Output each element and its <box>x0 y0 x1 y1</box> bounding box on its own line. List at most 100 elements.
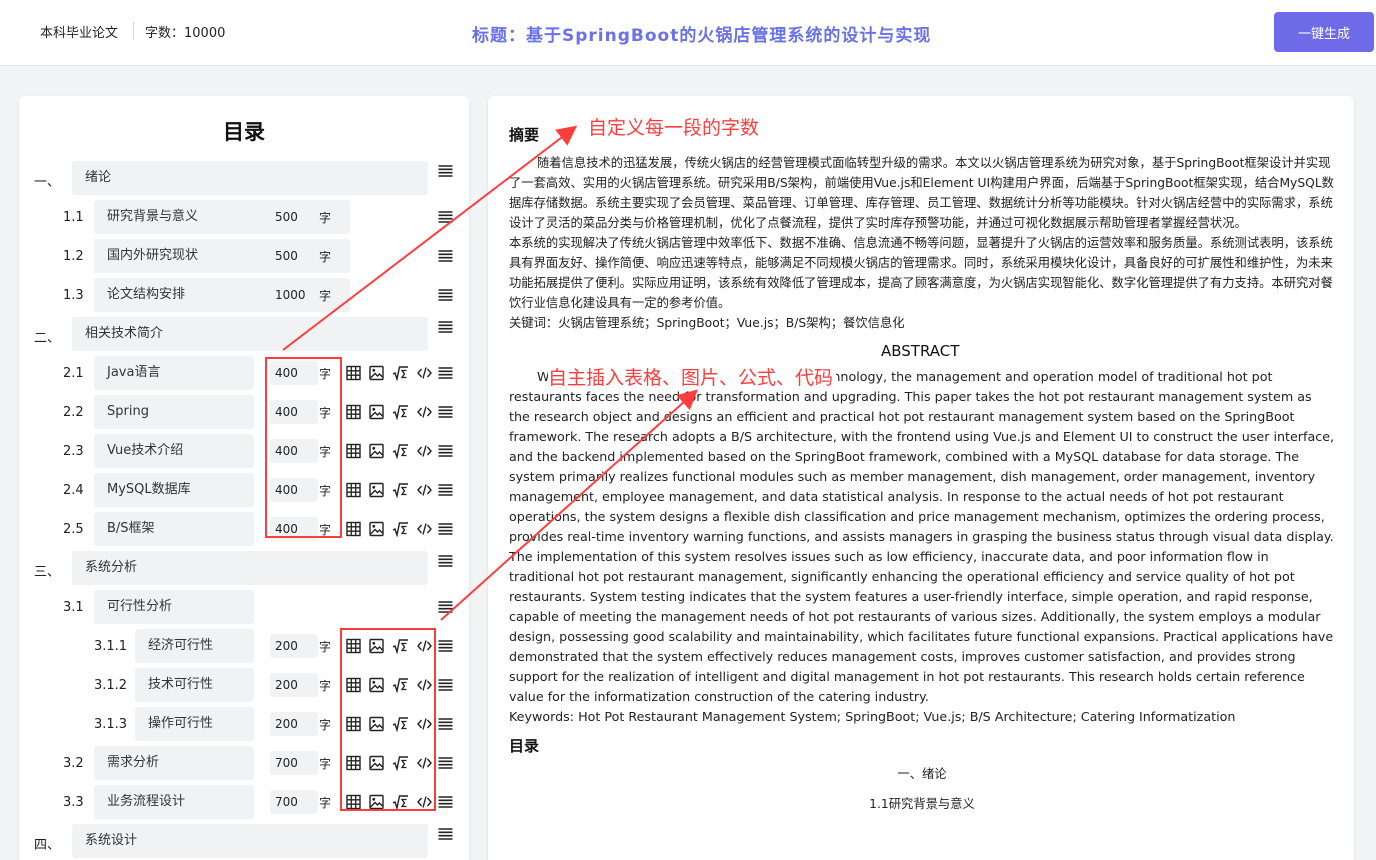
toc-title-field[interactable]: Vue技术介绍 <box>94 434 254 468</box>
code-icon[interactable] <box>416 521 433 537</box>
word-count-input[interactable]: 400 <box>270 400 318 424</box>
toc-number: 三、 <box>34 565 61 580</box>
toc-title-field[interactable]: 系统分析 <box>72 551 428 585</box>
document-preview: 摘要 随着信息技术的迅猛发展，传统火锅店的经营管理模式面临转型升级的需求。本文以… <box>488 96 1354 860</box>
formula-icon[interactable] <box>392 716 409 732</box>
menu-icon[interactable] <box>437 287 454 303</box>
code-icon[interactable] <box>416 404 433 420</box>
toc-title-field[interactable]: 相关技术简介 <box>72 317 428 351</box>
code-icon[interactable] <box>416 365 433 381</box>
toc-title-field[interactable]: MySQL数据库 <box>94 473 254 507</box>
toc-number: 3.3 <box>63 795 84 810</box>
image-icon[interactable] <box>368 638 385 654</box>
menu-icon[interactable] <box>437 826 454 842</box>
paper-type[interactable]: 本科毕业论文 <box>40 22 118 41</box>
word-count-input[interactable]: 700 <box>270 790 318 814</box>
word-count-input[interactable]: 700 <box>270 751 318 775</box>
menu-icon[interactable] <box>437 638 454 654</box>
word-count-input[interactable]: 200 <box>270 712 318 736</box>
word-count-input[interactable]: 400 <box>270 517 318 541</box>
code-icon[interactable] <box>416 638 433 654</box>
table-icon[interactable] <box>345 482 362 498</box>
table-icon[interactable] <box>345 638 362 654</box>
code-icon[interactable] <box>416 794 433 810</box>
toc-title-field[interactable]: 业务流程设计 <box>94 785 254 819</box>
menu-icon[interactable] <box>437 794 454 810</box>
formula-icon[interactable] <box>392 755 409 771</box>
image-icon[interactable] <box>368 521 385 537</box>
toc-title-field[interactable]: B/S框架 <box>94 512 254 546</box>
menu-icon[interactable] <box>437 163 454 179</box>
toc-number: 2.5 <box>63 522 84 537</box>
toc-row: 2.4 MySQL数据库 400 字 <box>19 473 469 507</box>
word-unit: 字 <box>319 211 332 225</box>
menu-icon[interactable] <box>437 755 454 771</box>
toc-title-field[interactable]: 绪论 <box>72 161 428 195</box>
toc-title-field[interactable]: 需求分析 <box>94 746 254 780</box>
toc-title-field[interactable]: 经济可行性 <box>135 629 254 663</box>
image-icon[interactable] <box>368 482 385 498</box>
formula-icon[interactable] <box>392 404 409 420</box>
word-count-input[interactable]: 200 <box>270 634 318 658</box>
word-count[interactable]: 字数：10000 <box>145 22 225 41</box>
toc-title-field[interactable]: Spring <box>94 395 254 429</box>
formula-icon[interactable] <box>392 677 409 693</box>
word-count-input[interactable]: 200 <box>270 673 318 697</box>
code-icon[interactable] <box>416 755 433 771</box>
menu-icon[interactable] <box>437 365 454 381</box>
menu-icon[interactable] <box>437 209 454 225</box>
image-icon[interactable] <box>368 794 385 810</box>
toc-number: 二、 <box>34 331 61 346</box>
word-count-input[interactable]: 400 <box>270 439 318 463</box>
toc-title-field[interactable]: 可行性分析 <box>94 590 254 624</box>
table-icon[interactable] <box>345 794 362 810</box>
generate-button[interactable]: 一键生成 <box>1274 12 1374 52</box>
formula-icon[interactable] <box>392 365 409 381</box>
code-icon[interactable] <box>416 443 433 459</box>
menu-icon[interactable] <box>437 553 454 569</box>
table-icon[interactable] <box>345 716 362 732</box>
word-count-input[interactable]: 500 <box>270 205 318 229</box>
menu-icon[interactable] <box>437 521 454 537</box>
menu-icon[interactable] <box>437 248 454 264</box>
toc-row: 1.1 研究背景与意义 500 字 <box>19 200 469 234</box>
word-count-input[interactable]: 1000 <box>270 283 318 307</box>
toc-title-field[interactable]: 操作可行性 <box>135 707 254 741</box>
code-icon[interactable] <box>416 482 433 498</box>
word-count-input[interactable]: 400 <box>270 361 318 385</box>
toc-row: 一、 绪论 <box>19 161 469 195</box>
image-icon[interactable] <box>368 365 385 381</box>
code-icon[interactable] <box>416 677 433 693</box>
code-icon[interactable] <box>416 716 433 732</box>
toc-title-field[interactable]: Java语言 <box>94 356 254 390</box>
formula-icon[interactable] <box>392 443 409 459</box>
menu-icon[interactable] <box>437 716 454 732</box>
menu-icon[interactable] <box>437 482 454 498</box>
word-count-input[interactable]: 500 <box>270 244 318 268</box>
table-icon[interactable] <box>345 755 362 771</box>
image-icon[interactable] <box>368 755 385 771</box>
word-count-input[interactable]: 400 <box>270 478 318 502</box>
menu-icon[interactable] <box>437 599 454 615</box>
table-icon[interactable] <box>345 404 362 420</box>
table-icon[interactable] <box>345 365 362 381</box>
table-icon[interactable] <box>345 677 362 693</box>
menu-icon[interactable] <box>437 404 454 420</box>
table-icon[interactable] <box>345 521 362 537</box>
formula-icon[interactable] <box>392 482 409 498</box>
toc-title-field[interactable]: 技术可行性 <box>135 668 254 702</box>
formula-icon[interactable] <box>392 638 409 654</box>
menu-icon[interactable] <box>437 677 454 693</box>
image-icon[interactable] <box>368 404 385 420</box>
formula-icon[interactable] <box>392 794 409 810</box>
table-icon[interactable] <box>345 443 362 459</box>
menu-icon[interactable] <box>437 319 454 335</box>
toc-title-field[interactable]: 系统设计 <box>72 824 428 858</box>
keywords-cn: 关键词：火锅店管理系统；SpringBoot；Vue.js；B/S架构；餐饮信息… <box>509 316 905 330</box>
menu-icon[interactable] <box>437 443 454 459</box>
word-unit: 字 <box>319 445 332 459</box>
image-icon[interactable] <box>368 677 385 693</box>
image-icon[interactable] <box>368 716 385 732</box>
formula-icon[interactable] <box>392 521 409 537</box>
image-icon[interactable] <box>368 443 385 459</box>
